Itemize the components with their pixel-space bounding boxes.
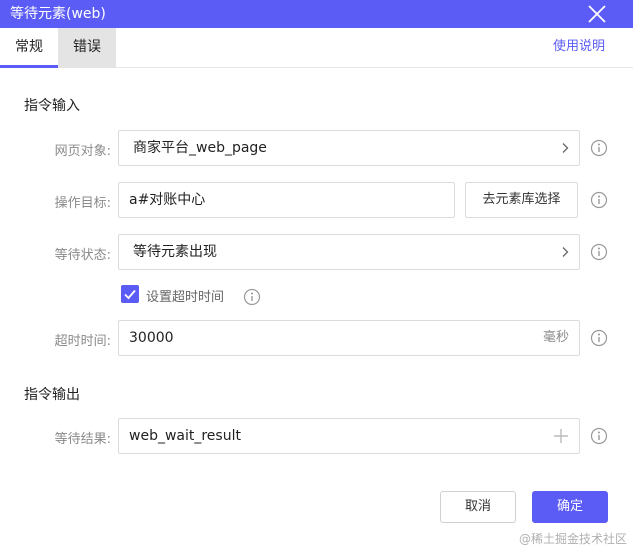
- chevron-right-icon: [562, 143, 569, 153]
- tab-error[interactable]: 错误: [58, 28, 116, 68]
- wait-state-select[interactable]: 等待元素出现: [118, 234, 580, 270]
- dialog-title: 等待元素(web): [10, 6, 106, 22]
- info-icon[interactable]: [590, 427, 608, 445]
- check-icon: [124, 289, 136, 300]
- target-label: 操作目标:: [54, 196, 111, 211]
- output-section-title: 指令输出: [24, 387, 80, 403]
- wait-state-label: 等待状态:: [54, 248, 111, 263]
- tab-general[interactable]: 常规: [0, 28, 58, 68]
- watermark: @稀土掘金技术社区: [518, 532, 627, 546]
- input-section-title: 指令输入: [24, 98, 80, 114]
- confirm-button[interactable]: 确定: [532, 491, 608, 523]
- close-icon[interactable]: [585, 2, 609, 26]
- wait-state-value: 等待元素出现: [133, 244, 217, 260]
- info-icon[interactable]: [590, 329, 608, 347]
- timeout-unit: 毫秒: [542, 330, 569, 345]
- timeout-value: 30000: [129, 330, 174, 346]
- web-object-label: 网页对象:: [54, 144, 111, 159]
- web-object-select[interactable]: 商家平台_web_page: [118, 130, 580, 166]
- result-label: 等待结果:: [54, 432, 111, 447]
- tab-bar: 常规 错误 使用说明: [0, 28, 633, 68]
- info-icon[interactable]: [590, 243, 608, 261]
- dialog-titlebar: 等待元素(web): [0, 0, 633, 28]
- help-link[interactable]: 使用说明: [553, 28, 605, 66]
- info-icon[interactable]: [243, 288, 261, 306]
- result-input[interactable]: web_wait_result: [118, 418, 580, 454]
- info-icon[interactable]: [590, 191, 608, 209]
- target-input[interactable]: a#对账中心: [118, 182, 455, 218]
- timeout-input[interactable]: 30000 毫秒: [118, 320, 580, 356]
- timeout-label: 超时时间:: [54, 334, 111, 349]
- timeout-checkbox[interactable]: [121, 285, 139, 303]
- cancel-button[interactable]: 取消: [440, 491, 516, 523]
- target-value: a#对账中心: [129, 192, 206, 208]
- chevron-right-icon: [562, 247, 569, 257]
- pick-from-library-button[interactable]: 去元素库选择: [465, 182, 578, 218]
- timeout-checkbox-label: 设置超时时间: [146, 290, 225, 305]
- result-value: web_wait_result: [129, 428, 241, 444]
- info-icon[interactable]: [590, 139, 608, 157]
- plus-icon[interactable]: [553, 428, 569, 444]
- web-object-value: 商家平台_web_page: [133, 140, 267, 156]
